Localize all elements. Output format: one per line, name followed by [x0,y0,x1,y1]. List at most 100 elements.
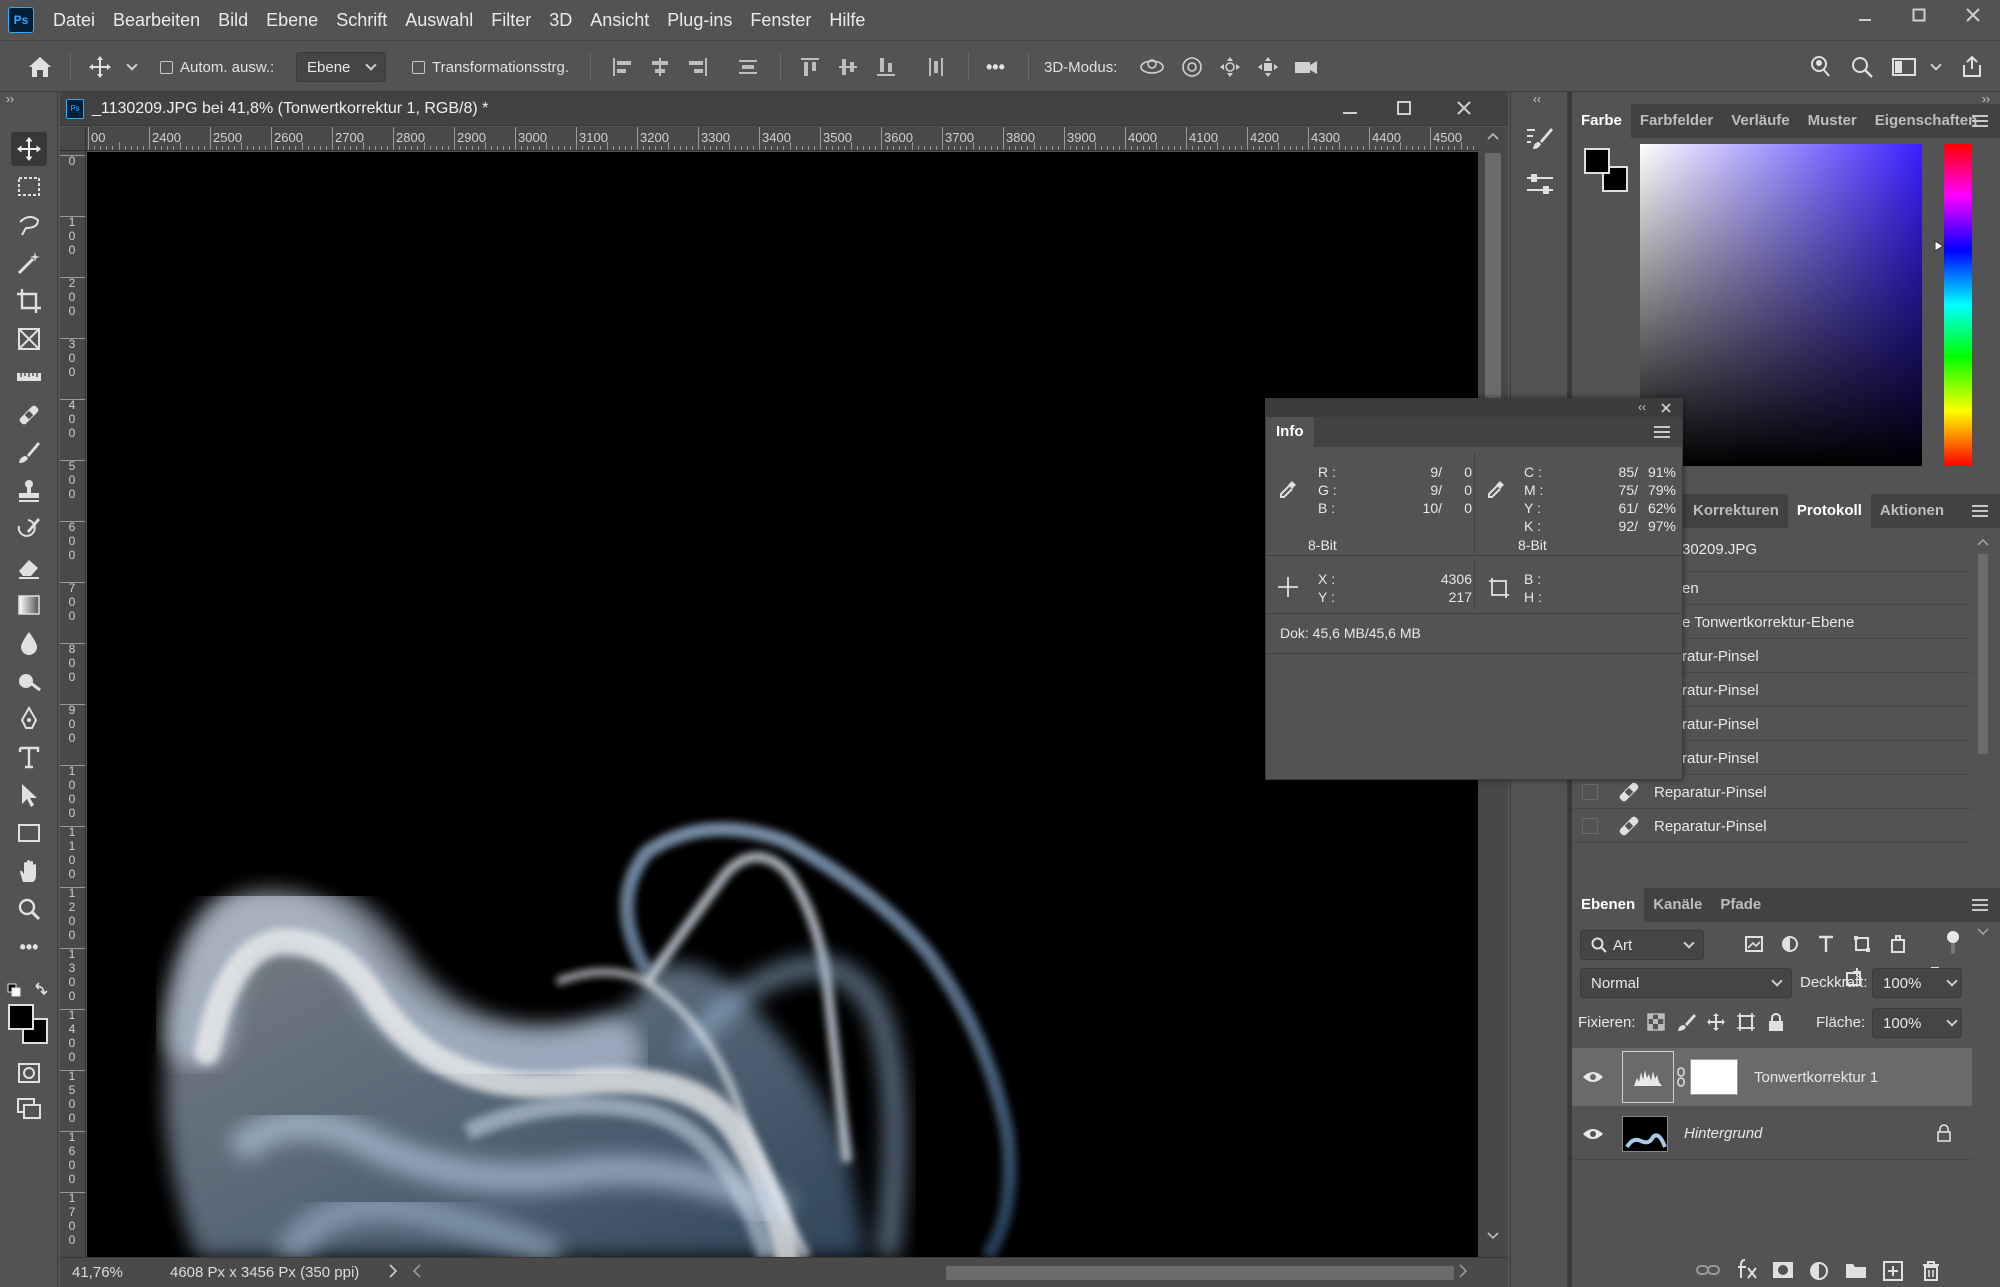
marquee-tool[interactable] [11,170,47,204]
search-icon[interactable] [1848,53,1876,81]
transform-controls-checkbox[interactable]: Transformationsstrg. [412,51,569,83]
align-bottom-icon[interactable] [872,53,900,81]
workspace-icon[interactable] [1890,53,1918,81]
menu-bild[interactable]: Bild [209,0,257,40]
layer-row-hintergrund[interactable]: Hintergrund [1572,1108,1972,1160]
cmyk-eyedropper-icon[interactable] [1486,477,1508,499]
menu-filter[interactable]: Filter [482,0,540,40]
healing-brush-tool[interactable] [11,398,47,432]
history-scroll-down-icon[interactable] [1977,928,1989,936]
path-selection-tool[interactable] [11,778,47,812]
vertical-ruler[interactable]: 0100200300400500600700800900100011001200… [60,151,86,1257]
edit-toolbar-icon[interactable]: ••• [11,930,47,964]
tab-kanaele[interactable]: Kanäle [1644,888,1711,922]
add-layer-mask-icon[interactable] [1772,1260,1794,1280]
ruler-tool[interactable] [11,360,47,394]
layer-filter-dropdown[interactable]: Art [1580,930,1704,960]
close-icon[interactable] [1946,0,2000,30]
filter-smart-objects-icon[interactable] [1888,934,1908,954]
tab-info[interactable]: Info [1266,417,1314,447]
align-top-icon[interactable] [796,53,824,81]
dodge-tool[interactable] [11,664,47,698]
menu-3d[interactable]: 3D [540,0,581,40]
hue-slider[interactable] [1944,144,1972,466]
filter-type-layers-icon[interactable] [1816,934,1836,954]
tab-aktionen[interactable]: Aktionen [1871,494,1953,528]
workspace-chevron-down-icon[interactable] [1922,53,1950,81]
minimize-icon[interactable] [1838,0,1892,30]
zoom-tool[interactable] [11,892,47,926]
new-layer-icon[interactable] [1882,1260,1904,1282]
link-layers-icon[interactable] [1696,1260,1720,1280]
lasso-tool[interactable] [11,208,47,242]
collapse-toolbar-icon[interactable]: ›› [6,92,14,106]
lock-position-icon[interactable] [1706,1012,1726,1032]
tab-ebenen[interactable]: Ebenen [1572,888,1645,922]
magic-wand-tool[interactable] [11,246,47,280]
history-brush-tool[interactable] [11,512,47,546]
history-panel-menu-icon[interactable] [1972,505,1988,517]
color-panel-menu-icon[interactable] [1972,115,1988,127]
eye-visibility-icon[interactable] [1582,1070,1610,1084]
rectangle-tool[interactable] [11,816,47,850]
color-panel-swatches[interactable] [1584,148,1632,196]
frame-tool[interactable] [11,322,47,356]
info-collapse-icon[interactable]: ‹‹ [1638,400,1646,414]
pen-tool[interactable] [11,702,47,736]
layer-mask-link-icon[interactable] [1676,1066,1686,1088]
eraser-tool[interactable] [11,550,47,584]
filter-pixel-layers-icon[interactable] [1744,934,1764,954]
layers-panel-menu-icon[interactable] [1972,899,1988,911]
home-icon[interactable] [26,53,54,81]
history-source-checkbox[interactable] [1582,818,1598,834]
opacity-chevron-down-icon[interactable] [1938,968,1966,998]
history-item[interactable]: Reparatur-Pinsel [1572,776,1972,809]
tab-eigenschaften[interactable]: Eigenschaften [1866,104,1987,138]
foreground-background-color[interactable] [8,1004,52,1048]
menu-bearbeiten[interactable]: Bearbeiten [104,0,209,40]
menu-ansicht[interactable]: Ansicht [581,0,658,40]
share-icon[interactable] [1958,53,1986,81]
menu-auswahl[interactable]: Auswahl [396,0,482,40]
3d-slide-icon[interactable] [1254,53,1282,81]
status-menu-chevron-icon[interactable] [388,1263,398,1279]
crop-tool[interactable] [11,284,47,318]
move-tool-icon[interactable] [86,53,114,81]
hue-slider-handle[interactable] [1934,240,1944,252]
info-panel-menu-icon[interactable] [1654,426,1670,438]
new-adjustment-layer-icon[interactable] [1808,1260,1830,1282]
menu-datei[interactable]: Datei [44,0,104,40]
blend-mode-dropdown[interactable]: Normal [1580,968,1792,998]
distribute-horizontal-icon[interactable] [922,53,950,81]
align-left-icon[interactable] [608,53,636,81]
ruler-origin[interactable] [60,127,86,151]
scroll-down-icon[interactable] [1487,1231,1499,1241]
hand-tool[interactable] [11,854,47,888]
history-source-checkbox[interactable] [1582,784,1598,800]
tab-farbfelder[interactable]: Farbfelder [1631,104,1722,138]
rgb-eyedropper-icon[interactable] [1278,477,1300,499]
more-options-button[interactable]: ••• [986,51,1005,83]
layer-row-tonwertkorrektur[interactable]: Tonwertkorrektur 1 [1572,1048,1972,1106]
brush-settings-icon[interactable] [1525,126,1555,154]
scroll-up-icon[interactable] [1487,131,1499,141]
tab-korrekturen[interactable]: Korrekturen [1684,494,1788,528]
new-group-icon[interactable] [1844,1260,1868,1280]
filter-adjustment-layers-icon[interactable] [1780,934,1800,954]
menu-plugins[interactable]: Plug-ins [658,0,741,40]
3d-pan-icon[interactable] [1216,53,1244,81]
distribute-vertical-icon[interactable] [734,53,762,81]
menu-schrift[interactable]: Schrift [327,0,396,40]
move-tool[interactable] [11,132,47,166]
doc-maximize-icon[interactable] [1396,100,1412,116]
horizontal-ruler[interactable]: 00 2400 2500 2600 2700 2800 2900 3000 3100 3200 33… [86,127,1478,151]
delete-layer-icon[interactable] [1920,1260,1942,1282]
tab-pfade[interactable]: Pfade [1711,888,1770,922]
info-close-icon[interactable] [1660,402,1672,414]
eye-visibility-icon[interactable] [1582,1127,1610,1141]
filter-toggle-switch[interactable] [1946,930,1960,956]
history-scroll-up-icon[interactable] [1977,538,1989,546]
gradient-tool[interactable] [11,588,47,622]
filter-shape-layers-icon[interactable] [1852,934,1872,954]
3d-roll-icon[interactable] [1178,53,1206,81]
